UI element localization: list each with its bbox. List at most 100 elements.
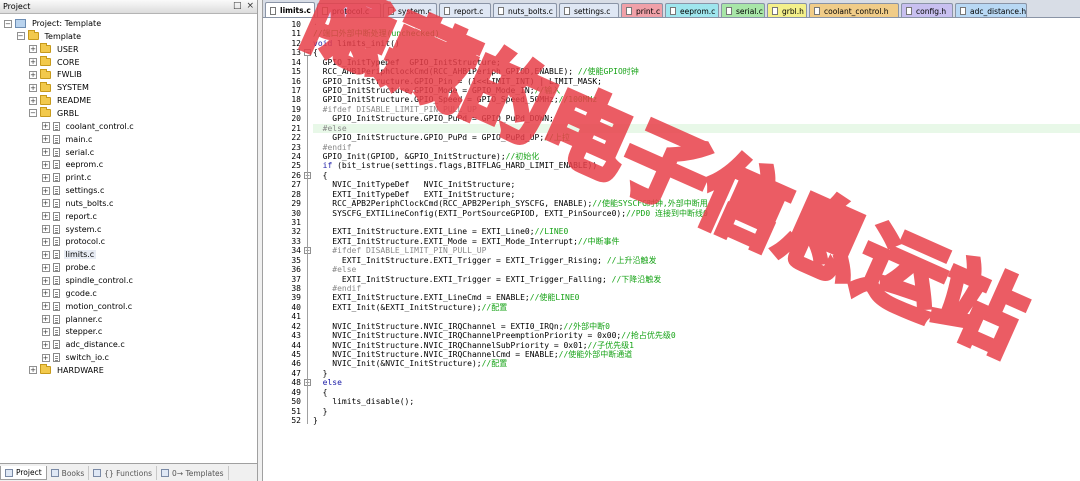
tree-folder-item[interactable]: + USER (0, 43, 81, 56)
tree-file-item[interactable]: + coolant_control.c (0, 120, 136, 133)
editor-tab[interactable]: eeprom.c (665, 3, 719, 17)
editor-tab[interactable]: grbl.h (767, 3, 807, 17)
code-token: GPIO_InitStructure.GPIO_Speed = GPIO_Spe… (313, 95, 559, 105)
tree-file-item[interactable]: + report.c (0, 210, 99, 223)
expand-icon[interactable]: + (41, 289, 50, 298)
expand-icon[interactable]: + (41, 315, 50, 324)
editor-tab[interactable]: serial.c (721, 3, 765, 17)
editor-tab[interactable]: adc_distance.h (955, 3, 1027, 17)
tree-file-item[interactable]: + planner.c (0, 313, 104, 326)
panel-tab[interactable]: {} Functions (89, 466, 157, 480)
tree-file-item[interactable]: + nuts_bolts.c (0, 197, 115, 210)
tree-folder-item[interactable]: + FWLIB (0, 68, 84, 81)
tree-file-item[interactable]: + print.c (0, 171, 93, 184)
tree-folder-item[interactable]: + README (0, 94, 93, 107)
tree-file-item[interactable]: + probe.c (0, 261, 98, 274)
editor-tab[interactable]: report.c (439, 3, 491, 17)
tree-file-item[interactable]: + limits.c (0, 248, 97, 261)
code-token: { (313, 48, 318, 58)
code-token: #ifdef DISABLE_LIMIT_PIN_PULL_UP (313, 104, 477, 114)
tree-folder-item[interactable]: − Template (0, 30, 83, 43)
expand-icon[interactable]: + (41, 237, 50, 246)
panel-tab[interactable]: Books (47, 466, 90, 480)
expand-icon[interactable]: + (41, 276, 50, 285)
tree-file-item[interactable]: + stepper.c (0, 325, 104, 338)
code-line: NVIC_Init(&NVIC_InitStructure);//配置 (313, 359, 1080, 368)
editor-tab[interactable]: limits.c (265, 2, 315, 17)
collapse-icon[interactable]: − (16, 32, 25, 41)
close-icon[interactable]: × (246, 1, 254, 11)
code-token: //上升沿触发 (606, 255, 657, 265)
expand-icon[interactable]: + (41, 212, 50, 221)
editor-tab[interactable]: print.c (621, 3, 663, 17)
tree-folder-item[interactable]: + SYSTEM (0, 81, 91, 94)
line-number: 39 (291, 293, 301, 303)
code-line: else (313, 378, 1080, 387)
code-line: EXTI_InitStructure.EXTI_LineCmd = ENABLE… (313, 293, 1080, 302)
expand-icon[interactable]: + (41, 250, 50, 259)
expand-icon[interactable]: + (29, 58, 37, 67)
code-line: GPIO_InitStructure.GPIO_Mode = GPIO_Mode… (313, 86, 1080, 95)
expand-icon[interactable]: + (41, 148, 50, 156)
tree-file-item[interactable]: + motion_control.c (0, 300, 134, 313)
editor-tab[interactable]: config.h (901, 3, 953, 17)
tree-file-item[interactable]: + gcode.c (0, 287, 99, 300)
tree-file-item[interactable]: + protocol.c (0, 235, 107, 248)
expand-icon[interactable]: + (41, 173, 50, 182)
project-panel-tabs: Project Books {} Functions 0→ Templates (0, 463, 257, 481)
editor-tab[interactable]: coolant_control.h (809, 3, 899, 17)
expand-icon[interactable]: + (41, 353, 50, 362)
expand-icon[interactable]: + (29, 96, 37, 105)
collapse-icon[interactable]: − (4, 19, 12, 28)
fold-toggle-icon[interactable]: − (304, 49, 311, 57)
tree-item-label: report.c (65, 211, 97, 221)
editor-tab[interactable]: protocol.c (317, 3, 381, 17)
collapse-icon[interactable]: − (29, 109, 37, 118)
tree-file-item[interactable]: + spindle_control.c (0, 274, 135, 287)
expand-icon[interactable]: + (41, 225, 50, 234)
expand-icon[interactable]: + (41, 327, 50, 336)
editor-tab[interactable]: nuts_bolts.c (493, 3, 557, 17)
code-token: if (322, 161, 333, 171)
expand-icon[interactable]: + (29, 366, 37, 375)
tree-file-item[interactable]: + system.c (0, 223, 103, 236)
dock-icon[interactable]: □ (233, 1, 242, 11)
folder-icon (40, 43, 51, 54)
panel-tab[interactable]: 0→ Templates (157, 466, 229, 480)
tree-file-item[interactable]: + switch_io.c (0, 351, 111, 364)
code-token: RCC_AHB1PeriphClockCmd(RCC_AHB1Periph_GP… (313, 67, 578, 77)
expand-icon[interactable]: + (41, 302, 50, 311)
editor-tab[interactable]: system.c (383, 3, 437, 17)
panel-tab[interactable]: Project (0, 466, 47, 480)
editor-tab[interactable]: settings.c (559, 3, 619, 17)
tree-file-item[interactable]: + settings.c (0, 184, 106, 197)
panel-tab-icon (161, 469, 169, 477)
expand-icon[interactable]: + (29, 45, 37, 54)
expand-icon[interactable]: + (41, 340, 50, 349)
expand-icon[interactable]: + (29, 83, 37, 92)
code-line: if (bit_istrue(settings.flags,BITFLAG_HA… (313, 161, 1080, 170)
tree-folder-item[interactable]: − GRBL (0, 107, 81, 120)
tree-file-item[interactable]: + eeprom.c (0, 158, 105, 171)
tree-file-item[interactable]: + adc_distance.c (0, 338, 127, 351)
tree-folder-item[interactable]: + HARDWARE (0, 364, 106, 377)
expand-icon[interactable]: + (41, 160, 50, 169)
tree-folder-item[interactable]: + CORE (0, 56, 82, 69)
code-line: { (313, 388, 1080, 397)
tree-file-item[interactable]: + serial.c (0, 146, 96, 159)
expand-icon[interactable]: + (41, 186, 50, 195)
code-area[interactable]: ·//端口外部中断处理(unchecked) void limits_init()… (313, 19, 1080, 481)
code-token: NVIC_InitTypeDef NVIC_InitStructure; (313, 180, 516, 190)
tree-project-item[interactable]: − Project: Template (0, 17, 103, 30)
expand-icon[interactable]: + (41, 199, 50, 208)
project-panel-header: Project □ × (0, 0, 257, 14)
tree-item-label: gcode.c (65, 288, 97, 298)
tree-file-item[interactable]: + main.c (0, 133, 94, 146)
expand-icon[interactable]: + (41, 122, 50, 131)
editor-tab-bar: limits.c protocol.c system.c report.c nuts_b… (263, 0, 1080, 18)
expand-icon[interactable]: + (41, 135, 50, 144)
expand-icon[interactable]: + (29, 70, 37, 79)
expand-icon[interactable]: + (41, 263, 50, 272)
tree-item-label: limits.c (63, 250, 97, 260)
